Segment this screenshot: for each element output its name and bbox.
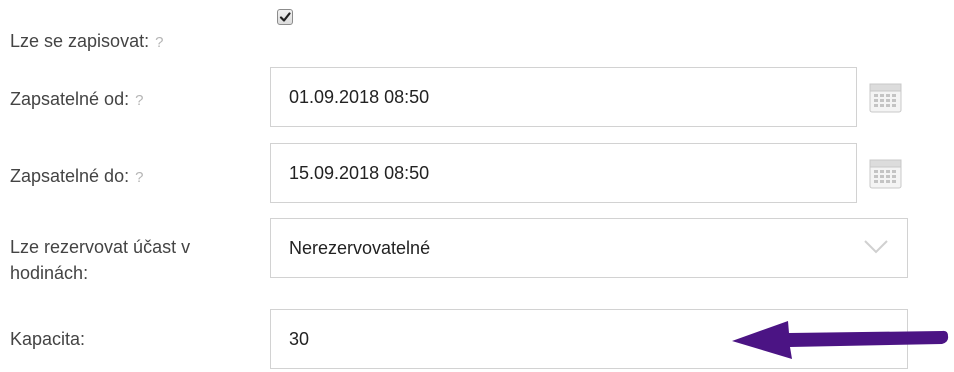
reserve-hours-select[interactable]: Nerezervovatelné: [270, 218, 908, 278]
reserve-hours-label: Lze rezervovat účast v hodinách:: [10, 234, 190, 286]
capacity-label: Kapacita:: [10, 329, 86, 349]
calendar-icon[interactable]: [869, 82, 902, 113]
enroll-to-input[interactable]: 15.09.2018 08:50: [270, 143, 857, 203]
capacity-value: 30: [289, 328, 310, 349]
calendar-icon[interactable]: [869, 158, 902, 189]
enroll-allowed-label: Lze se zapisovat:: [10, 31, 150, 51]
enroll-to-label-row: Zapsatelné do:?: [10, 163, 143, 191]
chevron-down-icon: [864, 240, 888, 254]
reserve-hours-value: Nerezervovatelné: [289, 237, 431, 258]
help-icon[interactable]: ?: [135, 169, 143, 186]
enroll-from-label-row: Zapsatelné od:?: [10, 86, 143, 114]
enroll-from-input[interactable]: 01.09.2018 08:50: [270, 67, 857, 127]
enroll-to-label: Zapsatelné do:: [10, 166, 130, 186]
enroll-from-label: Zapsatelné od:: [10, 89, 130, 109]
enroll-from-value: 01.09.2018 08:50: [289, 86, 430, 107]
enroll-allowed-label-row: Lze se zapisovat:?: [10, 28, 163, 56]
help-icon[interactable]: ?: [155, 34, 163, 51]
reserve-hours-label-line2: hodinách:: [10, 263, 89, 283]
checkmark-icon: [279, 12, 291, 22]
help-icon[interactable]: ?: [135, 92, 143, 109]
enroll-to-value: 15.09.2018 08:50: [289, 162, 430, 183]
reserve-hours-label-line1: Lze rezervovat účast v: [10, 237, 191, 257]
arrow-left-icon: [732, 321, 949, 359]
enroll-allowed-checkbox[interactable]: [277, 9, 293, 25]
